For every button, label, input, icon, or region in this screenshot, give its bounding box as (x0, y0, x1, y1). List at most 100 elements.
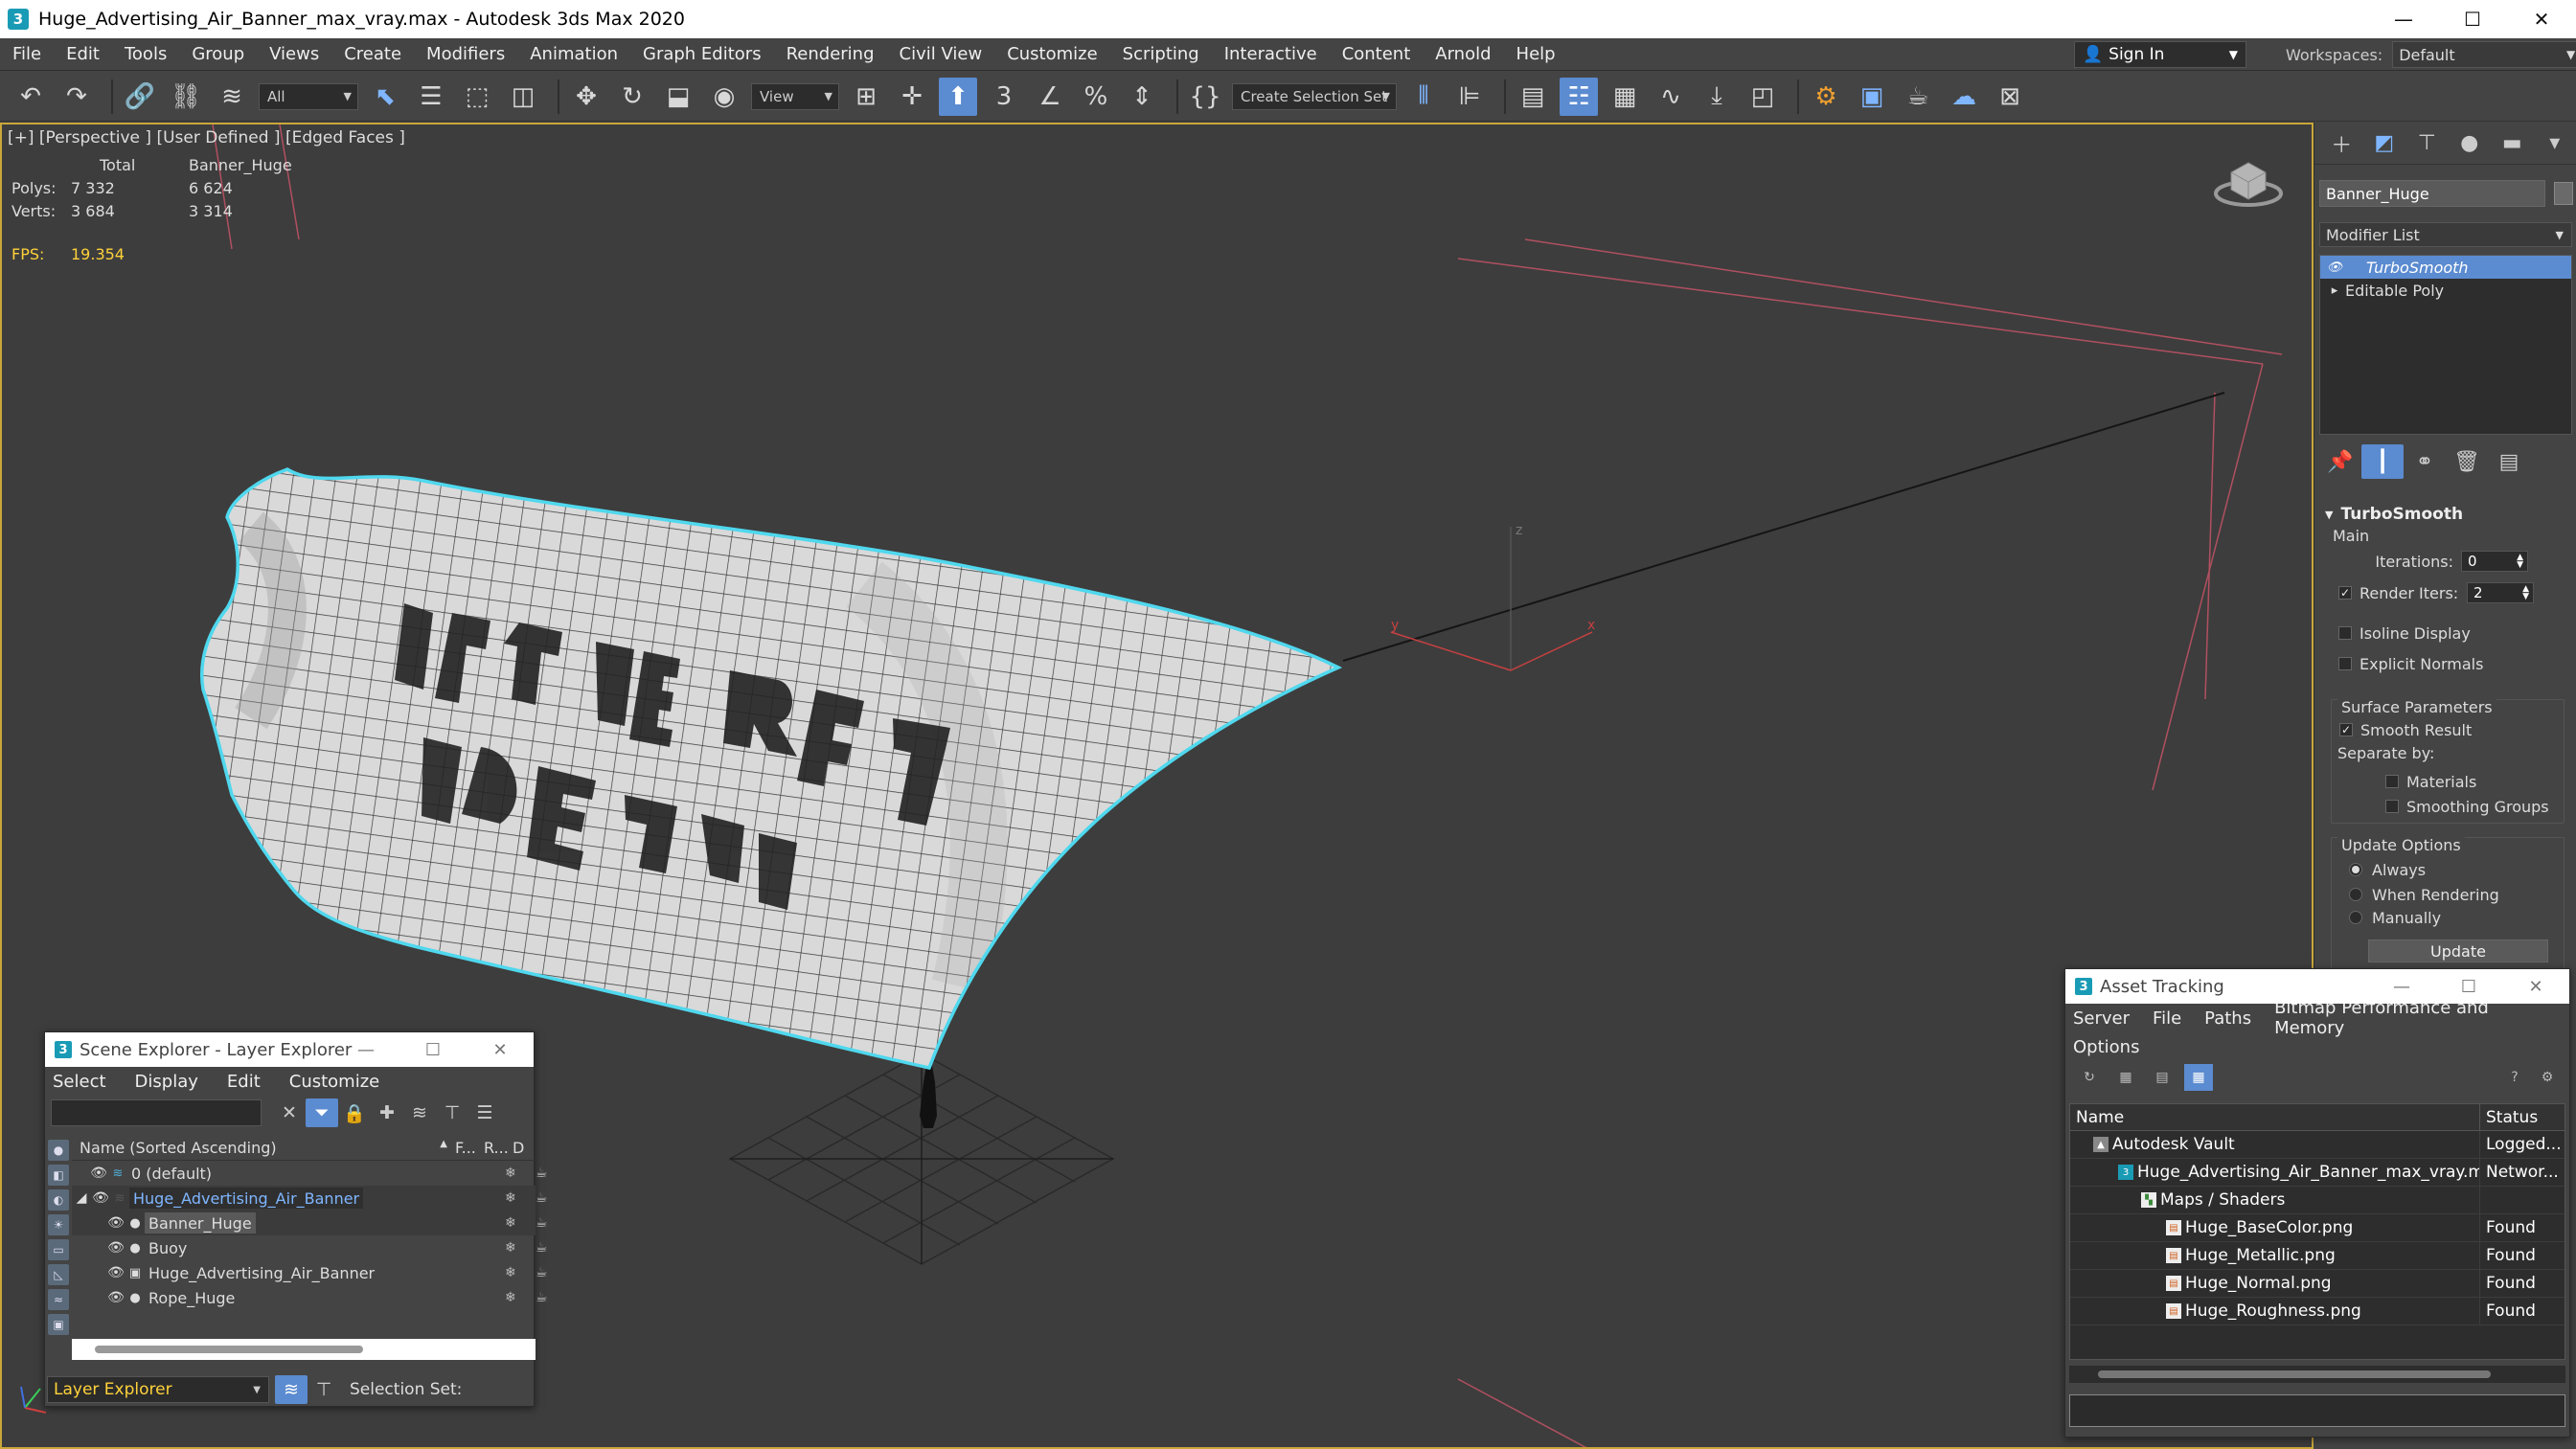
menu-modifiers[interactable]: Modifiers (414, 44, 517, 64)
menu-views[interactable]: Views (257, 44, 331, 64)
selection-filter-dropdown[interactable]: All ▼ (259, 82, 358, 110)
expand-arrow-icon[interactable]: ▸ (2324, 283, 2345, 298)
tree-row[interactable]: 👁 ● Buoy ❄ ☕ (72, 1235, 547, 1260)
pivot-center-icon[interactable]: ⊞ (847, 78, 885, 116)
unlink-icon[interactable]: ⛓ (167, 78, 205, 116)
percent-snap-icon[interactable]: % (1077, 78, 1115, 116)
layer-explorer-toggle-icon[interactable]: ☷ (1560, 77, 1598, 116)
redo-icon[interactable]: ↷ (57, 78, 96, 116)
place-icon[interactable]: ◉ (705, 78, 743, 116)
rotate-icon[interactable]: ↻ (613, 78, 651, 116)
select-by-name-icon[interactable]: ☰ (412, 78, 450, 116)
rollout-header[interactable]: ▼ TurboSmooth (2319, 502, 2572, 527)
minimize-button[interactable]: — (2368, 969, 2435, 1004)
column-render-header[interactable]: R... (484, 1139, 513, 1157)
sign-in-dropdown[interactable]: 👤 Sign In ▼ (2074, 41, 2246, 68)
asset-tracking-titlebar[interactable]: 3 Asset Tracking — ☐ ✕ (2065, 969, 2569, 1004)
menu-options[interactable]: Options (2073, 1037, 2139, 1057)
align-icon[interactable]: ⊫ (1450, 78, 1489, 116)
minimize-button[interactable]: — (2369, 0, 2438, 38)
clear-search-icon[interactable]: ✕ (273, 1098, 306, 1127)
render-teapot-icon[interactable]: ☕ (536, 1265, 548, 1280)
utilities-tab-icon[interactable]: ▾ (2534, 126, 2576, 161)
render-teapot-icon[interactable]: ☕ (536, 1190, 548, 1206)
spinner-arrows-icon[interactable]: ▲ ▼ (2517, 554, 2523, 570)
collapse-arrow-icon[interactable]: ◢ (72, 1190, 91, 1206)
settings-icon[interactable]: ⚙ (2533, 1064, 2562, 1091)
scrollbar-thumb[interactable] (95, 1346, 363, 1353)
viewcube-icon[interactable] (2210, 151, 2287, 209)
freeze-icon[interactable]: ❄ (505, 1215, 516, 1231)
menu-server[interactable]: Server (2073, 1008, 2130, 1029)
schematic-view-icon[interactable]: ⤓ (1698, 78, 1736, 116)
mirror-icon[interactable]: ⫴ (1404, 78, 1443, 116)
stack-item-turbosmooth[interactable]: 👁 TurboSmooth (2320, 256, 2571, 279)
tree-row[interactable]: 👁 ≋ 0 (default) ❄ ☕ (72, 1161, 547, 1186)
scene-explorer-titlebar[interactable]: 3 Scene Explorer - Layer Explorer — ☐ ✕ (45, 1032, 534, 1067)
undo-icon[interactable]: ↶ (11, 78, 50, 116)
menu-edit[interactable]: Edit (54, 44, 112, 64)
a360-gallery-icon[interactable]: ⊠ (1991, 78, 2029, 116)
eye-icon[interactable]: 👁 (91, 1190, 110, 1206)
filter-icon[interactable]: ⏷ (306, 1098, 338, 1127)
close-button[interactable]: ✕ (2507, 0, 2576, 38)
window-crossing-icon[interactable]: ◫ (504, 78, 542, 116)
when-rendering-radio[interactable] (2349, 888, 2362, 901)
eye-icon[interactable]: 👁 (2324, 260, 2345, 275)
materials-checkbox[interactable] (2385, 775, 2399, 788)
horizontal-scrollbar[interactable] (72, 1339, 536, 1360)
asset-row[interactable]: ▤ Huge_Normal.png Found (2070, 1269, 2565, 1298)
layer-explorer-mode-icon[interactable]: ≋ (275, 1375, 308, 1404)
snaps-toggle-icon[interactable]: 3 (985, 78, 1023, 116)
render-iters-spinner[interactable]: 2 ▲ ▼ (2467, 582, 2534, 603)
show-end-result-icon[interactable]: ┃ (2361, 444, 2404, 479)
object-color-swatch[interactable] (2554, 182, 2573, 205)
remove-modifier-icon[interactable]: 🗑 (2446, 444, 2488, 479)
ribbon-toggle-icon[interactable]: ▦ (1606, 78, 1644, 116)
select-manipulate-icon[interactable]: ✛ (893, 78, 931, 116)
render-teapot-icon[interactable]: ☕ (536, 1240, 548, 1256)
display-helpers-icon[interactable]: ◺ (48, 1264, 69, 1285)
render-teapot-icon[interactable]: ☕ (536, 1215, 548, 1231)
asset-row[interactable]: ▲ Autodesk Vault Logged... (2070, 1130, 2565, 1159)
list-view-icon[interactable]: ▦ (2111, 1064, 2140, 1091)
render-teapot-icon[interactable]: ☕ (536, 1290, 548, 1305)
stack-item-editable-poly[interactable]: ▸ Editable Poly (2320, 279, 2571, 302)
menu-help[interactable]: Help (1504, 44, 1568, 64)
isoline-display-checkbox[interactable] (2338, 626, 2352, 640)
curve-editor-icon[interactable]: ∿ (1652, 78, 1690, 116)
scrollbar-thumb[interactable] (2098, 1370, 2491, 1378)
pin-stack-icon[interactable]: 📌 (2319, 444, 2361, 479)
explorer-type-dropdown[interactable]: Layer Explorer ▼ (47, 1376, 269, 1403)
horizontal-scrollbar[interactable] (2069, 1366, 2565, 1383)
tree-row[interactable]: 👁 ▣ Huge_Advertising_Air_Banner ❄ ☕ (72, 1260, 547, 1285)
menu-scripting[interactable]: Scripting (1110, 44, 1212, 64)
maximize-button[interactable]: ☐ (399, 1032, 467, 1067)
menu-select[interactable]: Select (53, 1072, 106, 1092)
scale-icon[interactable]: ⬓ (659, 78, 697, 116)
hierarchy-icon[interactable]: ⊤ (436, 1098, 468, 1127)
display-cameras-icon[interactable]: ▭ (48, 1239, 69, 1260)
close-button[interactable]: ✕ (2502, 969, 2569, 1004)
explicit-normals-checkbox[interactable] (2338, 657, 2352, 670)
freeze-icon[interactable]: ❄ (505, 1265, 516, 1280)
rendered-frame-window-icon[interactable]: ▣ (1853, 78, 1891, 116)
eye-icon[interactable]: 👁 (106, 1240, 125, 1256)
viewport-label[interactable]: [+] [Perspective ] [User Defined ] [Edge… (8, 128, 405, 147)
menu-customize[interactable]: Customize (289, 1072, 379, 1092)
menu-edit[interactable]: Edit (227, 1072, 261, 1092)
make-unique-icon[interactable]: ⚭ (2404, 444, 2446, 479)
smooth-result-checkbox[interactable]: ✓ (2339, 723, 2353, 736)
edit-named-selection-icon[interactable]: {} (1186, 78, 1224, 116)
minimize-button[interactable]: — (332, 1032, 399, 1067)
maximize-button[interactable]: ☐ (2435, 969, 2502, 1004)
asset-row[interactable]: ▚ Maps / Shaders (2070, 1186, 2565, 1214)
render-teapot-icon[interactable]: ☕ (536, 1166, 548, 1181)
motion-tab-icon[interactable]: ● (2449, 126, 2492, 161)
column-status-header[interactable]: Status (2480, 1108, 2538, 1127)
new-layer-icon[interactable]: ✚ (371, 1098, 403, 1127)
modifier-list-dropdown[interactable]: Modifier List ▼ (2319, 222, 2572, 247)
help-icon[interactable]: ? (2500, 1064, 2529, 1091)
asset-row[interactable]: ▤ Huge_Metallic.png Found (2070, 1241, 2565, 1270)
display-shapes-icon[interactable]: ◐ (48, 1189, 69, 1211)
